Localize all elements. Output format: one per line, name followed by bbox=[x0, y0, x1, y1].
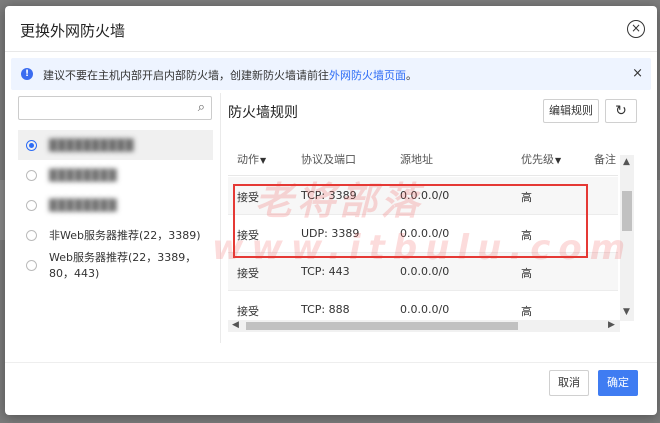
filter-icon[interactable]: ▼ bbox=[555, 156, 561, 165]
cell-priority: 高 bbox=[521, 229, 532, 242]
cell-action: 接受 bbox=[237, 267, 259, 280]
cell-source: 0.0.0.0/0 bbox=[400, 303, 450, 316]
alert-close-icon[interactable]: × bbox=[632, 66, 643, 81]
search-icon[interactable]: ⌕ bbox=[198, 100, 205, 115]
column-priority[interactable]: 优先级▼ bbox=[521, 151, 561, 167]
cell-protocol: TCP: 888 bbox=[301, 303, 350, 316]
cell-protocol: UDP: 3389 bbox=[301, 227, 360, 240]
external-firewall-link[interactable]: 外网防火墙页面 bbox=[329, 69, 406, 82]
cell-protocol: TCP: 3389 bbox=[301, 189, 357, 202]
rules-table: 动作▼ 协议及端口 源地址 优先级▼ 备注 接受 TCP: 3389 0.0.0… bbox=[228, 140, 638, 332]
cell-priority: 高 bbox=[521, 267, 532, 280]
firewall-item[interactable]: Web服务器推荐(22，3389，80，443) bbox=[18, 250, 213, 280]
cell-action: 接受 bbox=[237, 191, 259, 204]
table-body: 接受 TCP: 3389 0.0.0.0/0 高 接受 UDP: 3389 0.… bbox=[228, 177, 618, 329]
radio-checked-icon[interactable] bbox=[26, 139, 37, 151]
confirm-button[interactable]: 确定 bbox=[598, 370, 638, 396]
radio-icon[interactable] bbox=[26, 229, 37, 241]
cell-source: 0.0.0.0/0 bbox=[400, 227, 450, 240]
panel-divider bbox=[220, 93, 221, 343]
info-alert: ! 建议不要在主机内部开启内部防火墙，创建新防火墙请前往外网防火墙页面。 × bbox=[11, 58, 651, 90]
filter-icon[interactable]: ▼ bbox=[260, 156, 266, 165]
refresh-icon[interactable]: ↻ bbox=[605, 99, 637, 123]
scroll-left-icon[interactable]: ◀ bbox=[232, 320, 239, 330]
table-row: 接受 UDP: 3389 0.0.0.0/0 高 bbox=[228, 215, 618, 253]
firewall-list-panel: ⌕ ██████████ ████████ ████████ 非Web服务器推荐… bbox=[15, 93, 213, 343]
dialog-title: 更换外网防火墙 bbox=[20, 22, 126, 40]
edit-rules-button[interactable]: 编辑规则 bbox=[543, 99, 599, 123]
column-note: 备注 bbox=[594, 153, 616, 166]
firewall-item[interactable]: ████████ bbox=[18, 160, 213, 190]
footer-divider bbox=[5, 362, 657, 363]
table-header: 动作▼ 协议及端口 源地址 优先级▼ 备注 bbox=[228, 140, 618, 176]
radio-icon[interactable] bbox=[26, 259, 37, 271]
cell-source: 0.0.0.0/0 bbox=[400, 189, 450, 202]
firewall-item-label: Web服务器推荐(22，3389，80，443) bbox=[49, 251, 197, 280]
cell-priority: 高 bbox=[521, 305, 532, 318]
cell-action: 接受 bbox=[237, 305, 259, 318]
radio-icon[interactable] bbox=[26, 199, 37, 211]
info-icon: ! bbox=[21, 68, 33, 80]
scroll-up-icon[interactable]: ▲ bbox=[623, 157, 630, 167]
cell-source: 0.0.0.0/0 bbox=[400, 265, 450, 278]
scroll-down-icon[interactable]: ▼ bbox=[623, 307, 630, 317]
firewall-list: ██████████ ████████ ████████ 非Web服务器推荐(2… bbox=[18, 130, 213, 280]
alert-text: 建议不要在主机内部开启内部防火墙，创建新防火墙请前往外网防火墙页面。 bbox=[43, 67, 417, 83]
rules-title: 防火墙规则 bbox=[228, 105, 298, 121]
vertical-scroll-thumb[interactable] bbox=[622, 191, 632, 231]
firewall-item-label: ████████ bbox=[49, 168, 117, 182]
column-action[interactable]: 动作▼ bbox=[237, 151, 266, 167]
horizontal-scroll-thumb[interactable] bbox=[246, 322, 518, 330]
radio-icon[interactable] bbox=[26, 169, 37, 181]
table-row: 接受 TCP: 443 0.0.0.0/0 高 bbox=[228, 253, 618, 291]
vertical-scrollbar[interactable]: ▲ ▼ bbox=[620, 155, 634, 321]
scroll-right-icon[interactable]: ▶ bbox=[608, 320, 615, 330]
cell-action: 接受 bbox=[237, 229, 259, 242]
cell-priority: 高 bbox=[521, 191, 532, 204]
dialog-header: 更换外网防火墙 × bbox=[5, 6, 657, 52]
firewall-item[interactable]: 非Web服务器推荐(22，3389) bbox=[18, 220, 213, 250]
firewall-item-label: ██████████ bbox=[49, 138, 134, 152]
table-row: 接受 TCP: 3389 0.0.0.0/0 高 bbox=[228, 177, 618, 215]
cancel-button[interactable]: 取消 bbox=[549, 370, 589, 396]
alert-message: 建议不要在主机内部开启内部防火墙，创建新防火墙请前往 bbox=[43, 69, 329, 82]
horizontal-scrollbar[interactable]: ◀ ▶ bbox=[228, 320, 620, 332]
firewall-item-label: 非Web服务器推荐(22，3389) bbox=[49, 229, 201, 242]
column-protocol: 协议及端口 bbox=[301, 153, 356, 166]
column-source: 源地址 bbox=[400, 153, 433, 166]
firewall-item[interactable]: ██████████ bbox=[18, 130, 213, 160]
firewall-item-label: ████████ bbox=[49, 198, 117, 212]
alert-suffix: 。 bbox=[406, 69, 417, 82]
close-icon[interactable]: × bbox=[627, 20, 645, 38]
firewall-item[interactable]: ████████ bbox=[18, 190, 213, 220]
firewall-search-input[interactable]: ⌕ bbox=[18, 96, 212, 120]
cell-protocol: TCP: 443 bbox=[301, 265, 350, 278]
